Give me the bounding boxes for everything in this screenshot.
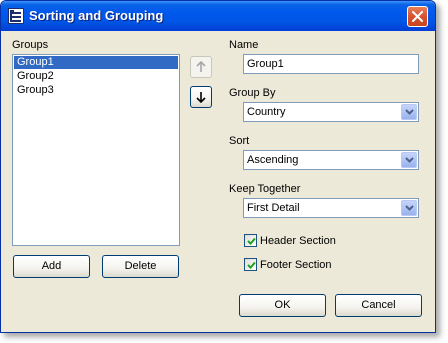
keep-together-dropdown-button[interactable] [401, 200, 417, 216]
keep-together-select[interactable]: First Detail [243, 198, 419, 218]
cancel-button[interactable]: Cancel [335, 294, 422, 317]
checkmark-icon [247, 261, 256, 269]
chevron-down-icon [405, 205, 414, 211]
group-by-dropdown-button[interactable] [401, 104, 417, 120]
sort-dropdown-button[interactable] [401, 152, 417, 168]
ok-button[interactable]: OK [239, 294, 326, 317]
add-button[interactable]: Add [13, 255, 90, 278]
header-section-label[interactable]: Header Section [260, 235, 336, 247]
groups-list[interactable]: Group1 Group2 Group3 [12, 54, 180, 246]
group-by-select[interactable]: Country [243, 102, 419, 122]
list-item-group2[interactable]: Group2 [14, 70, 178, 83]
chevron-down-icon [405, 157, 414, 163]
group-by-value: Country [247, 106, 286, 118]
keep-together-label: Keep Together [229, 183, 301, 195]
move-down-button[interactable] [190, 86, 212, 108]
groups-label: Groups [12, 39, 49, 51]
footer-section-label[interactable]: Footer Section [260, 259, 332, 271]
list-item-group1[interactable]: Group1 [14, 56, 178, 69]
close-icon [412, 11, 423, 22]
chevron-down-icon [405, 109, 414, 115]
sort-value: Ascending [247, 154, 299, 166]
keep-together-value: First Detail [247, 202, 300, 214]
arrow-down-icon [196, 92, 206, 103]
sort-select[interactable]: Ascending [243, 150, 419, 170]
report-grouping-icon [8, 8, 24, 24]
window-title: Sorting and Grouping [29, 8, 164, 23]
checkmark-icon [247, 237, 256, 245]
arrow-up-icon [196, 61, 206, 72]
delete-button[interactable]: Delete [102, 255, 179, 278]
name-field[interactable]: Group1 [243, 54, 419, 74]
move-up-button[interactable] [190, 56, 212, 78]
group-by-label: Group By [229, 87, 276, 99]
list-item-group3[interactable]: Group3 [14, 84, 178, 97]
sort-label: Sort [229, 135, 250, 147]
sorting-grouping-dialog: Sorting and Grouping Groups Group1 Group… [0, 0, 436, 333]
title-bar[interactable]: Sorting and Grouping [1, 1, 435, 31]
close-button[interactable] [407, 6, 428, 27]
footer-section-checkbox[interactable] [244, 258, 257, 271]
header-section-checkbox[interactable] [244, 234, 257, 247]
name-label: Name [229, 39, 259, 51]
